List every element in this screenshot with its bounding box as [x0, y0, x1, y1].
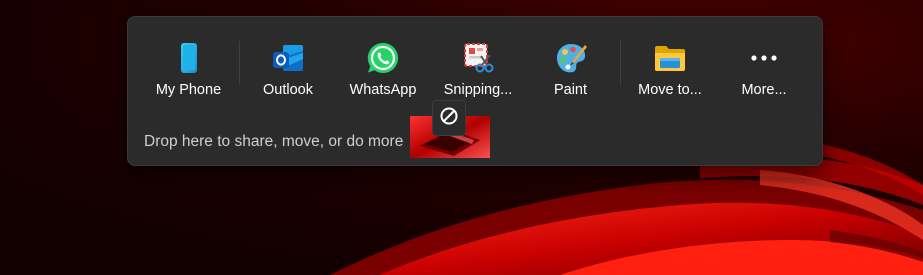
more-dots-icon	[747, 41, 781, 75]
group-divider	[620, 41, 621, 85]
no-drop-icon	[439, 106, 459, 131]
paint-palette-icon	[554, 41, 588, 75]
share-targets: My Phone Outlook WhatsApp Snipping... Pa…	[128, 41, 824, 107]
share-target-label: More...	[741, 82, 787, 98]
share-target-label: Snipping...	[443, 82, 513, 98]
whatsapp-icon	[366, 41, 400, 75]
share-target-label: Paint	[553, 82, 588, 98]
share-target-outlook[interactable]: Outlook	[246, 41, 330, 107]
share-target-more[interactable]: More...	[724, 41, 804, 107]
phone-icon	[172, 41, 206, 75]
folder-icon	[653, 41, 687, 75]
share-target-whatsapp[interactable]: WhatsApp	[338, 41, 428, 107]
drop-hint-text: Drop here to share, move, or do more	[144, 133, 404, 150]
share-target-snipping-tool[interactable]: Snipping...	[433, 41, 523, 107]
group-divider	[239, 41, 240, 85]
snipping-tool-icon	[461, 41, 495, 75]
share-target-my-phone[interactable]: My Phone	[141, 41, 236, 107]
share-target-label: Outlook	[263, 82, 313, 98]
share-target-move-to[interactable]: Move to...	[626, 41, 714, 107]
no-drop-cursor	[432, 100, 466, 136]
share-target-label: Move to...	[638, 82, 702, 98]
outlook-icon	[271, 41, 305, 75]
share-target-label: WhatsApp	[349, 82, 417, 98]
share-target-paint[interactable]: Paint	[528, 41, 613, 107]
share-target-label: My Phone	[155, 82, 222, 98]
